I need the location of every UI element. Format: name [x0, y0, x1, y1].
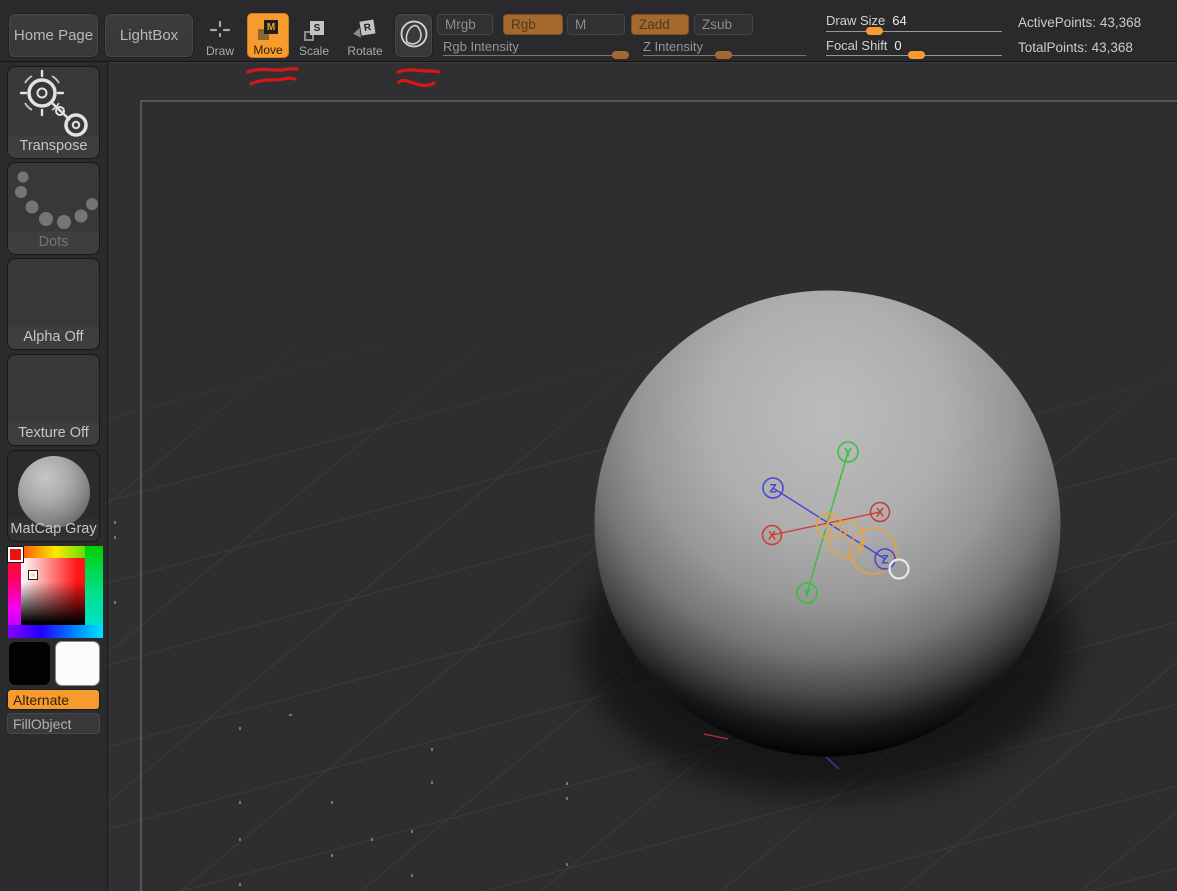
rotate-icon: R	[352, 18, 376, 44]
rgb-intensity-handle[interactable]	[612, 51, 629, 59]
x-axis-label-right: X	[876, 506, 884, 520]
draw-tool-label: Draw	[205, 44, 234, 58]
current-color-swatch	[8, 547, 23, 562]
stroke-transpose-panel[interactable]: Transpose	[7, 66, 100, 159]
fill-object-button[interactable]: FillObject	[7, 713, 100, 734]
saturation-value-square[interactable]	[21, 558, 85, 625]
draw-tool-button[interactable]: Draw	[200, 13, 240, 58]
rgb-intensity-track[interactable]	[443, 55, 629, 56]
draw-size-label: Draw Size 64	[826, 13, 907, 28]
active-points-readout: ActivePoints: 43,368	[1018, 15, 1142, 30]
switch-color-button[interactable]: Alternate	[7, 689, 100, 710]
top-toolbar: Home Page LightBox Draw M Move S Scale R…	[0, 0, 1177, 62]
z-intensity-handle[interactable]	[715, 51, 732, 59]
scale-icon: S	[304, 18, 324, 44]
document-canvas[interactable]: Y Y Z Z X X	[108, 62, 1177, 891]
scale-tool-label: Scale	[298, 44, 330, 58]
scale-tool-button[interactable]: S Scale	[294, 13, 334, 58]
y-axis-label-bottom: Y	[803, 587, 811, 601]
hue-strip-bottom[interactable]	[8, 625, 103, 638]
focal-shift-handle[interactable]	[908, 51, 925, 59]
x-axis-label-left: X	[768, 529, 776, 543]
zbrush-window: Home Page LightBox Draw M Move S Scale R…	[0, 0, 1177, 891]
material-panel-label: MatCap Gray	[8, 519, 99, 541]
rotate-tool-label: Rotate	[347, 44, 383, 58]
mrgb-mode-button[interactable]: Mrgb	[437, 14, 493, 35]
left-shelf: Transpose Dots Alpha Off Texture Off Mat…	[0, 62, 108, 891]
annotation-squiggles	[246, 66, 441, 87]
focal-shift-label: Focal Shift 0	[826, 38, 902, 53]
y-axis-label-top: Y	[844, 446, 852, 460]
z-axis-label-near: Z	[881, 553, 888, 567]
stroke-dots-panel[interactable]: Dots	[7, 162, 100, 255]
move-tool-label: Move	[253, 43, 283, 57]
m-mode-button[interactable]: M	[567, 14, 625, 35]
draw-size-handle[interactable]	[866, 27, 883, 35]
focal-shift-value: 0	[894, 38, 902, 53]
move-icon: M	[258, 17, 278, 43]
rgb-intensity-label: Rgb Intensity	[443, 39, 519, 54]
rgb-mode-button[interactable]: Rgb	[503, 14, 563, 35]
texture-panel-label: Texture Off	[8, 423, 99, 445]
matcap-sphere-thumbnail	[18, 456, 90, 528]
brush-stroke-icon	[398, 18, 430, 54]
transpose-panel-label: Transpose	[8, 136, 99, 158]
material-panel[interactable]: MatCap Gray	[7, 450, 100, 542]
total-points-readout: TotalPoints: 43,368	[1018, 40, 1133, 55]
brush-preview-button[interactable]	[394, 13, 433, 58]
lightbox-button[interactable]: LightBox	[104, 13, 194, 58]
alpha-panel[interactable]: Alpha Off	[7, 258, 100, 350]
texture-panel[interactable]: Texture Off	[7, 354, 100, 446]
zsub-mode-button[interactable]: Zsub	[694, 14, 753, 35]
dots-panel-label: Dots	[8, 232, 99, 254]
zadd-mode-button[interactable]: Zadd	[631, 14, 689, 35]
z-axis-label-far: Z	[769, 482, 776, 496]
color-picker[interactable]	[8, 546, 103, 638]
secondary-color-swatch[interactable]	[55, 641, 100, 686]
color-cursor[interactable]	[29, 571, 37, 579]
rotate-tool-button[interactable]: R Rotate	[342, 13, 388, 58]
draw-size-track[interactable]	[826, 31, 1002, 32]
move-tool-button[interactable]: M Move	[247, 13, 289, 58]
home-page-button[interactable]: Home Page	[8, 13, 99, 58]
main-color-swatch[interactable]	[8, 641, 51, 686]
z-intensity-label: Z Intensity	[643, 39, 703, 54]
draw-size-value: 64	[892, 13, 907, 28]
crosshair-icon	[208, 18, 232, 44]
alpha-panel-label: Alpha Off	[8, 327, 99, 349]
